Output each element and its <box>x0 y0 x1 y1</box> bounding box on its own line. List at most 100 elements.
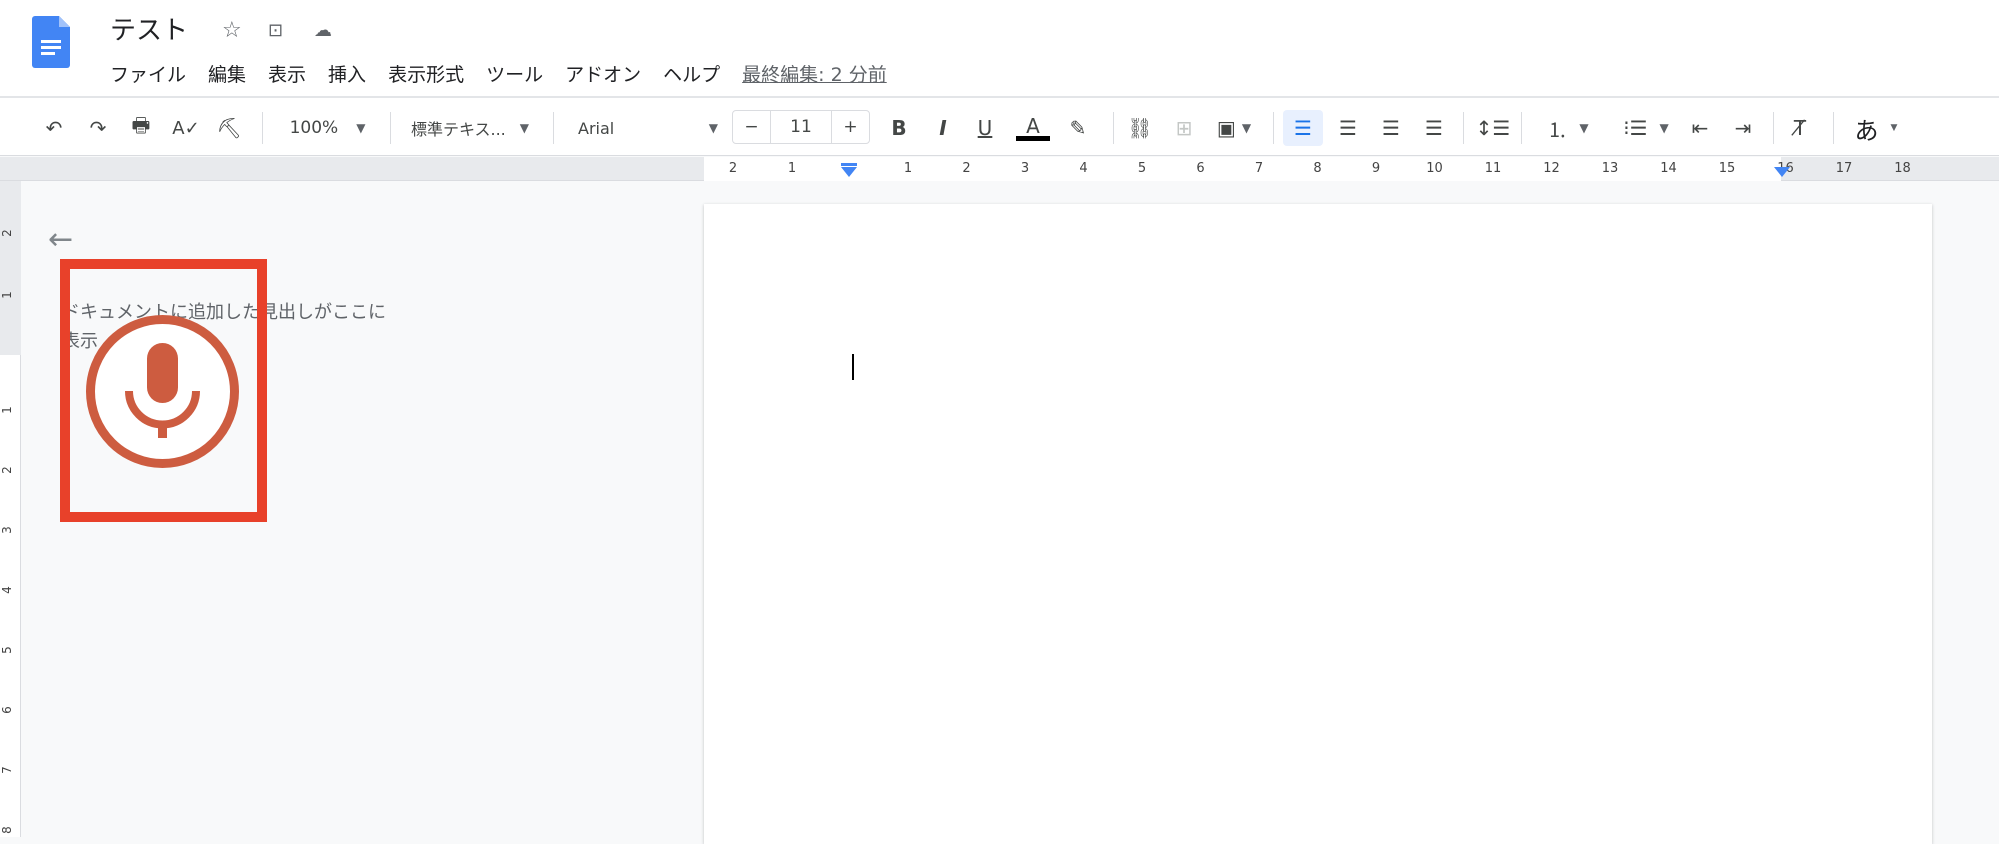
spellcheck-icon[interactable]: A✓ <box>172 112 200 144</box>
input-tools-label: あ <box>1854 116 1879 145</box>
ruler-number: 15 <box>1718 161 1736 176</box>
decrease-indent-icon[interactable]: ⇤ <box>1686 112 1714 144</box>
text-cursor <box>852 354 854 380</box>
zoom-select[interactable]: 100% ▼ <box>280 112 375 144</box>
ruler-number: 2 <box>728 161 738 176</box>
undo-icon[interactable]: ↶ <box>40 112 68 144</box>
print-icon[interactable]: 🖶 <box>127 112 155 144</box>
ruler-number: 14 <box>1660 161 1677 176</box>
font-size-stepper: − 11 + <box>732 110 870 144</box>
ruler-numbers: 2 1 1 2 3 4 5 6 7 8 9 10 11 12 13 14 15 16 17 18 <box>0 157 1999 181</box>
link-icon[interactable]: ⛓ <box>1126 112 1154 144</box>
ruler-number: 3 <box>0 526 14 534</box>
cloud-saved-icon[interactable]: ☁ <box>314 20 332 41</box>
divider <box>553 112 554 144</box>
bulleted-list-icon: ⁝☰ <box>1623 116 1648 140</box>
bold-button[interactable]: B <box>886 112 912 144</box>
clear-formatting-icon[interactable]: T̸ <box>1786 112 1814 144</box>
numbered-list-icon: ⒈ <box>1547 117 1568 142</box>
ruler-number: 13 <box>1601 161 1619 176</box>
decrease-font-size-button[interactable]: − <box>733 111 771 143</box>
zoom-value: 100% <box>289 118 339 138</box>
ruler-number: 7 <box>1254 161 1264 176</box>
menu-tools[interactable]: ツール <box>486 60 543 87</box>
last-edit-link[interactable]: 最終編集: 2 分前 <box>742 60 887 87</box>
right-indent-marker[interactable] <box>1774 167 1790 177</box>
chevron-down-icon: ▼ <box>1241 121 1252 135</box>
ruler-number: 7 <box>0 766 14 774</box>
add-comment-icon[interactable]: ⊞ <box>1170 112 1198 144</box>
increase-font-size-button[interactable]: + <box>831 111 869 143</box>
style-select[interactable]: 標準テキス... ▼ <box>400 112 540 144</box>
ruler-number: 8 <box>1313 161 1322 176</box>
align-right-icon[interactable]: ☰ <box>1377 112 1405 144</box>
menu-format[interactable]: 表示形式 <box>388 60 464 87</box>
text-color-swatch <box>1016 135 1050 141</box>
font-value: Arial <box>578 118 615 138</box>
font-size-input[interactable]: 11 <box>771 111 831 143</box>
style-value: 標準テキス... <box>410 120 506 139</box>
menu-addons[interactable]: アドオン <box>565 60 641 87</box>
ruler-number: 6 <box>1196 161 1205 176</box>
menu-view[interactable]: 表示 <box>268 60 306 87</box>
ruler-number: 1 <box>0 406 14 414</box>
star-icon[interactable]: ☆ <box>222 18 242 43</box>
chevron-down-icon: ▼ <box>708 121 718 135</box>
divider <box>1521 112 1522 144</box>
bulleted-list-button[interactable]: ⁝☰ ▼ <box>1614 112 1678 144</box>
divider <box>262 112 263 144</box>
chevron-down-icon: ▼ <box>519 121 529 135</box>
menu-help[interactable]: ヘルプ <box>663 60 720 87</box>
ruler-number: 12 <box>1543 161 1560 176</box>
chevron-down-icon: ▼ <box>1579 121 1589 135</box>
align-left-icon[interactable]: ☰ <box>1283 110 1323 146</box>
docs-logo-icon[interactable] <box>32 16 70 68</box>
menu-insert[interactable]: 挿入 <box>328 60 366 87</box>
ruler-number: 17 <box>1835 161 1853 176</box>
menu-file[interactable]: ファイル <box>110 60 186 87</box>
font-select[interactable]: Arial ▼ <box>578 112 718 144</box>
ruler-number: 4 <box>1079 161 1088 176</box>
chevron-down-icon: ▼ <box>1659 121 1669 135</box>
align-justify-icon[interactable]: ☰ <box>1420 112 1448 144</box>
increase-indent-icon[interactable]: ⇥ <box>1729 112 1757 144</box>
insert-image-button[interactable]: ▣ ▼ <box>1206 112 1262 144</box>
text-color-icon: A <box>1026 113 1040 138</box>
first-line-indent-marker[interactable] <box>841 163 857 166</box>
divider <box>1113 112 1114 144</box>
move-to-folder-icon[interactable]: ⊡ <box>268 20 283 41</box>
redo-icon[interactable]: ↷ <box>84 112 112 144</box>
ruler-number: 9 <box>1371 161 1381 176</box>
ruler-number: 2 <box>0 466 14 474</box>
menu-edit[interactable]: 編集 <box>208 60 246 87</box>
line-spacing-icon[interactable]: ↕☰ <box>1476 112 1511 144</box>
align-center-icon[interactable]: ☰ <box>1334 112 1362 144</box>
ruler-number: 4 <box>0 586 14 594</box>
ruler-number: 2 <box>0 229 14 237</box>
underline-button[interactable]: U <box>972 112 998 144</box>
divider <box>1773 112 1774 144</box>
ruler-number: 3 <box>1020 161 1030 176</box>
ruler-number: 11 <box>1484 161 1502 176</box>
paint-format-icon[interactable]: ⛏ <box>215 112 243 144</box>
chevron-down-icon: ▼ <box>1890 123 1898 133</box>
left-indent-marker[interactable] <box>841 167 857 177</box>
divider <box>390 112 391 144</box>
document-title[interactable]: テスト <box>110 10 188 47</box>
ruler-number: 1 <box>787 161 797 176</box>
numbered-list-button[interactable]: ⒈ ▼ <box>1536 112 1600 144</box>
divider <box>1463 112 1464 144</box>
divider <box>1273 112 1274 144</box>
chevron-down-icon: ▼ <box>356 121 366 135</box>
back-arrow-icon[interactable]: ← <box>48 222 73 257</box>
ruler-number: 1 <box>903 161 913 176</box>
ruler-number: 5 <box>0 646 14 654</box>
highlight-icon[interactable]: ✎ <box>1064 112 1092 144</box>
document-page[interactable] <box>704 204 1932 844</box>
microphone-icon[interactable] <box>85 314 240 469</box>
text-color-button[interactable]: A <box>1016 112 1050 144</box>
ruler-number: 5 <box>1137 161 1147 176</box>
italic-button[interactable]: I <box>930 112 956 144</box>
input-tools-button[interactable]: あ ▼ <box>1846 112 1906 145</box>
ruler-number: 8 <box>0 826 14 834</box>
